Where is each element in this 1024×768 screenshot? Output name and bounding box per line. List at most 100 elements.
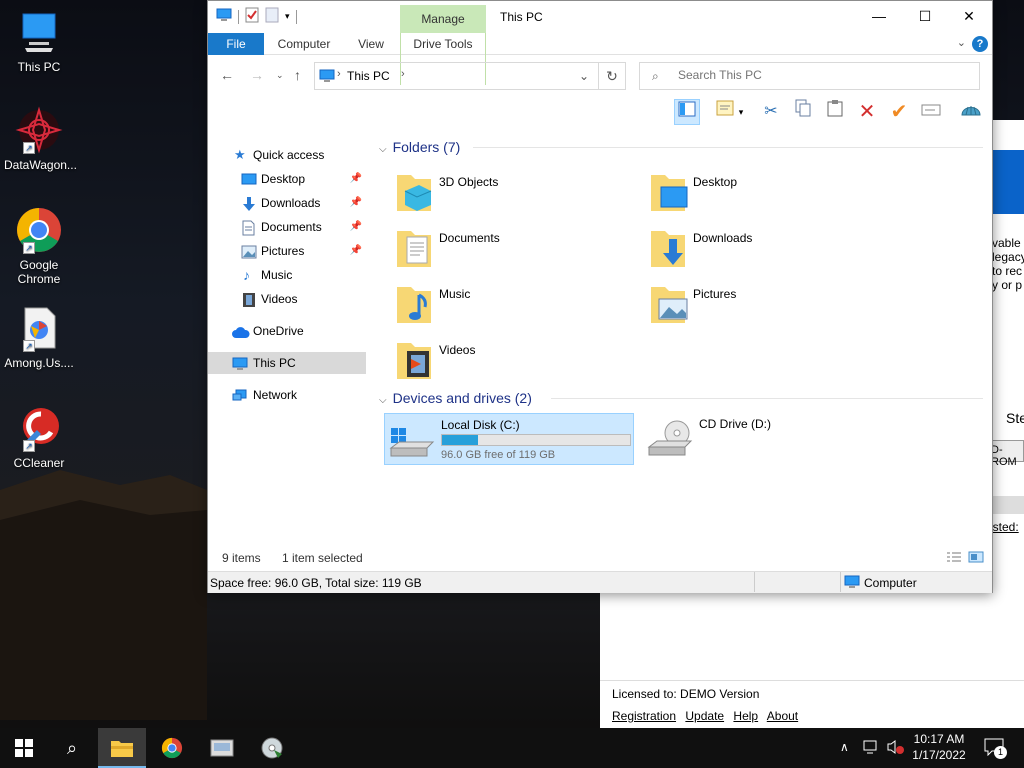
- expand-ribbon-icon[interactable]: ⌄: [957, 36, 966, 49]
- taskbar: ⌕ ∧ 10:17 AM 1/17/2022 1: [0, 728, 1024, 768]
- recent-locations-chevron-icon[interactable]: ⌄: [276, 70, 284, 81]
- folder-downloads[interactable]: Downloads: [649, 225, 889, 277]
- help-link[interactable]: Help: [733, 709, 758, 723]
- taskbar-disc-app[interactable]: [248, 728, 296, 768]
- breadcrumb-separator-icon: ›: [337, 68, 341, 80]
- folder-documents[interactable]: Documents: [395, 225, 635, 277]
- scissors-icon[interactable]: ✂: [758, 99, 784, 125]
- sidebar-item-pictures[interactable]: Pictures 📌: [208, 240, 366, 262]
- drives-group-header[interactable]: ⌵ Devices and drives (2): [379, 390, 532, 406]
- folder-pictures[interactable]: Pictures: [649, 281, 889, 333]
- address-bar[interactable]: › This PC › ⌄: [314, 62, 626, 90]
- taskbar-chrome[interactable]: [148, 728, 196, 768]
- breadcrumb-separator-icon[interactable]: ›: [401, 68, 405, 80]
- search-input[interactable]: [678, 68, 958, 82]
- html-file-icon: ↗: [15, 304, 63, 352]
- monitor-icon: [319, 69, 335, 86]
- volume-muted-icon[interactable]: [886, 739, 904, 768]
- about-link[interactable]: About: [767, 709, 798, 723]
- close-button[interactable]: ✕: [946, 5, 992, 29]
- star-icon: ★: [234, 147, 246, 162]
- drive-cd-d[interactable]: CD Drive (D:): [643, 413, 893, 465]
- shortcut-arrow-icon: ↗: [23, 242, 35, 254]
- desktop-icon-this-pc[interactable]: This PC: [4, 8, 74, 74]
- group-divider: [551, 398, 983, 399]
- customize-toolbar-icon[interactable]: ▾: [285, 11, 290, 22]
- hard-drive-icon: [389, 424, 435, 463]
- pin-icon[interactable]: 📌: [350, 240, 362, 262]
- preview-pane-icon[interactable]: [674, 99, 700, 125]
- paste-icon[interactable]: [822, 99, 848, 125]
- folder-videos[interactable]: Videos: [395, 337, 635, 389]
- sidebar-item-desktop[interactable]: Desktop 📌: [208, 168, 366, 190]
- desktop-icon-among-us[interactable]: ↗ Among.Us....: [4, 304, 74, 370]
- copy-icon[interactable]: [790, 99, 816, 125]
- show-hidden-icons-chevron[interactable]: ∧: [840, 740, 849, 768]
- sidebar-item-quick-access[interactable]: ★ Quick access: [208, 144, 366, 166]
- group-header-label: Devices and drives (2): [392, 390, 532, 406]
- address-history-chevron-icon[interactable]: ⌄: [579, 69, 589, 83]
- clock[interactable]: 10:17 AM 1/17/2022: [908, 731, 970, 768]
- sidebar-item-network[interactable]: Network: [208, 384, 366, 406]
- large-icons-view-icon[interactable]: [968, 551, 984, 566]
- tab-computer[interactable]: Computer: [270, 33, 338, 55]
- maximize-button[interactable]: ☐: [902, 5, 948, 29]
- search-box[interactable]: ⌕: [639, 62, 980, 90]
- title-bar[interactable]: ▾ Manage This PC — ☐ ✕: [208, 1, 992, 33]
- refresh-button[interactable]: ↻: [598, 62, 626, 90]
- help-icon[interactable]: ?: [972, 36, 988, 52]
- sidebar-item-onedrive[interactable]: OneDrive: [208, 320, 366, 342]
- folder-3d-objects[interactable]: 3D Objects: [395, 169, 635, 221]
- taskbar-file-explorer[interactable]: [98, 728, 146, 768]
- folders-group-header[interactable]: ⌵ Folders (7): [379, 139, 460, 155]
- group-header-label: Folders (7): [392, 139, 461, 155]
- up-arrow-icon[interactable]: ↑: [294, 67, 301, 83]
- search-icon[interactable]: ⌕: [48, 728, 96, 768]
- tab-file[interactable]: File: [208, 33, 264, 55]
- properties-icon[interactable]: [245, 7, 259, 26]
- rename-icon[interactable]: [918, 99, 944, 125]
- details-view-icon[interactable]: [946, 551, 962, 566]
- pin-icon[interactable]: 📌: [350, 216, 362, 238]
- sidebar-item-documents[interactable]: Documents 📌: [208, 216, 366, 238]
- dropdown-chevron-icon[interactable]: ▾: [734, 99, 748, 125]
- folder-desktop[interactable]: Desktop: [649, 169, 889, 221]
- taskbar-app-window[interactable]: [198, 728, 246, 768]
- shortcut-arrow-icon: ↗: [23, 440, 35, 452]
- drive-local-disk-c[interactable]: Local Disk (C:) 96.0 GB free of 119 GB: [384, 413, 634, 465]
- forward-arrow-icon[interactable]: →: [250, 67, 264, 83]
- desktop-icon-label: Among.Us....: [4, 356, 74, 370]
- sidebar-item-videos[interactable]: Videos: [208, 288, 366, 310]
- pin-icon[interactable]: 📌: [350, 192, 362, 214]
- start-button[interactable]: [0, 728, 48, 768]
- tab-view[interactable]: View: [348, 33, 394, 55]
- minimize-button[interactable]: —: [856, 5, 902, 29]
- details-divider: [840, 572, 841, 592]
- sidebar-item-label: Music: [261, 268, 293, 282]
- collapse-chevron-icon: ⌵: [379, 395, 387, 406]
- shortcut-arrow-icon: ↗: [23, 340, 35, 352]
- breadcrumb-this-pc[interactable]: This PC: [347, 69, 390, 83]
- delete-icon[interactable]: ✕: [854, 99, 880, 125]
- sidebar-item-music[interactable]: ♪ Music: [208, 264, 366, 286]
- new-folder-icon[interactable]: [265, 7, 279, 26]
- sidebar-item-downloads[interactable]: Downloads 📌: [208, 192, 366, 214]
- shell-icon[interactable]: [958, 99, 984, 125]
- desktop-icon-google-chrome[interactable]: ↗ Google Chrome: [4, 206, 74, 286]
- clock-time: 10:17 AM: [913, 732, 965, 746]
- sidebar-item-this-pc[interactable]: This PC: [208, 352, 366, 374]
- pin-icon[interactable]: 📌: [350, 168, 362, 190]
- back-arrow-icon[interactable]: ←: [220, 67, 234, 83]
- checkmark-icon[interactable]: ✔: [886, 99, 912, 125]
- background-text-line: to rec: [992, 264, 1023, 278]
- content-pane: ⌵ Folders (7) 3D Objects Desktop Document…: [373, 131, 988, 541]
- notification-center-icon[interactable]: 1: [984, 738, 1007, 768]
- registration-link[interactable]: Registration: [612, 709, 676, 723]
- update-link[interactable]: Update: [685, 709, 724, 723]
- desktop-icon-ccleaner[interactable]: ↗ CCleaner: [4, 404, 74, 470]
- contextual-tab-manage[interactable]: Manage: [400, 5, 486, 33]
- desktop-icon-datawagon[interactable]: ↗ DataWagon...: [4, 106, 77, 172]
- network-tray-icon[interactable]: [862, 739, 880, 768]
- folder-music[interactable]: Music: [395, 281, 635, 333]
- background-link[interactable]: isted:: [990, 520, 1019, 534]
